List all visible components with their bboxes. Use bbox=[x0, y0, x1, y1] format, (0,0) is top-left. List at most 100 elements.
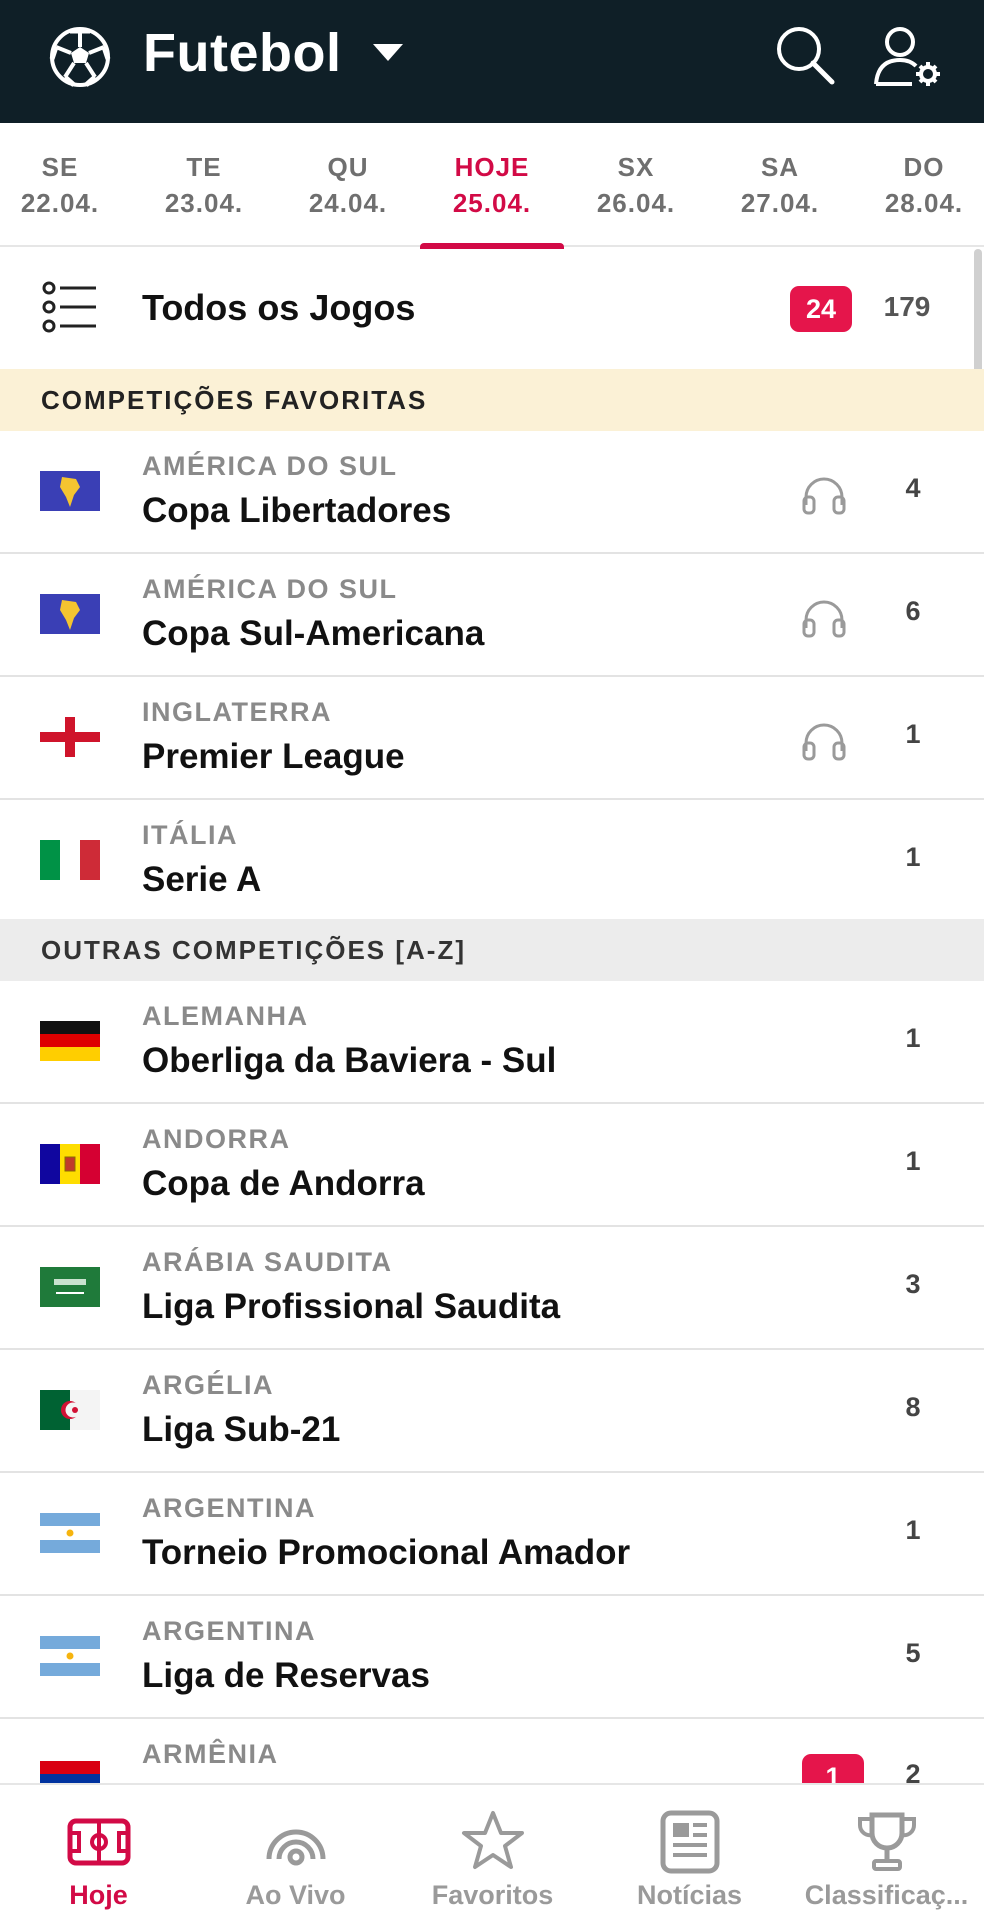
date-weekday: SA bbox=[760, 152, 800, 182]
games-count: 3 bbox=[905, 1269, 921, 1299]
competition-row[interactable]: INGLATERRA Premier League 1 bbox=[0, 677, 984, 800]
date-day: 22.04. bbox=[20, 188, 100, 218]
headphones-icon[interactable] bbox=[800, 598, 848, 638]
date-tab[interactable]: SA 27.04. bbox=[708, 149, 852, 221]
argentina-flag-icon bbox=[40, 1513, 100, 1553]
date-weekday: QU bbox=[327, 152, 369, 182]
saudi-arabia-flag-icon bbox=[40, 1267, 100, 1307]
user-settings-icon[interactable] bbox=[872, 22, 944, 88]
south-america-flag-icon bbox=[40, 471, 100, 511]
competition-country: ARÁBIA SAUDITA bbox=[142, 1247, 393, 1277]
competition-country: INGLATERRA bbox=[142, 697, 332, 727]
competition-name: Liga Sub-21 bbox=[142, 1410, 341, 1449]
nav-label: Favoritos bbox=[431, 1880, 554, 1910]
argentina-flag-icon bbox=[40, 1636, 100, 1676]
nav-label: Notícias bbox=[636, 1880, 743, 1910]
competition-country: ARGENTINA bbox=[142, 1493, 316, 1523]
other-competitions-header: OUTRAS COMPETIÇÕES [A-Z] bbox=[0, 919, 984, 981]
games-count: 1 bbox=[905, 1515, 921, 1545]
date-weekday: HOJE bbox=[454, 152, 530, 182]
competition-name: Premier League bbox=[142, 737, 405, 776]
sport-title[interactable]: Futebol bbox=[143, 22, 341, 84]
games-count: 5 bbox=[905, 1638, 921, 1668]
trophy-icon bbox=[858, 1812, 916, 1871]
soccer-ball-icon bbox=[49, 27, 111, 87]
date-day: 26.04. bbox=[596, 188, 676, 218]
total-games-count: 179 bbox=[883, 291, 931, 322]
games-count: 1 bbox=[905, 1146, 921, 1176]
live-count-badge: 1 bbox=[802, 1754, 864, 1783]
date-tab[interactable]: DO 28.04. bbox=[852, 149, 984, 221]
competition-row[interactable]: ARÁBIA SAUDITA Liga Profissional Saudita… bbox=[0, 1227, 984, 1350]
competition-name: Serie A bbox=[142, 860, 262, 899]
nav-label: Ao Vivo bbox=[245, 1880, 346, 1910]
competition-country: ARGÉLIA bbox=[142, 1370, 274, 1400]
nav-label: Hoje bbox=[69, 1880, 128, 1910]
headphones-icon[interactable] bbox=[800, 721, 848, 761]
date-weekday: SE bbox=[41, 152, 79, 182]
competition-row[interactable]: ARGENTINA Torneio Promocional Amador 1 bbox=[0, 1473, 984, 1596]
all-games-label: Todos os Jogos bbox=[142, 287, 416, 328]
competition-row[interactable]: ALEMANHA Oberliga da Baviera - Sul 1 bbox=[0, 981, 984, 1104]
date-weekday: TE bbox=[186, 152, 222, 182]
search-icon[interactable] bbox=[772, 22, 838, 88]
competition-country: AMÉRICA DO SUL bbox=[142, 574, 398, 604]
england-flag-icon bbox=[40, 717, 100, 757]
headphones-icon[interactable] bbox=[800, 475, 848, 515]
star-icon bbox=[462, 1811, 524, 1869]
date-weekday: DO bbox=[903, 152, 945, 182]
favorites-section-header: COMPETIÇÕES FAVORITAS bbox=[0, 369, 984, 431]
date-day: 23.04. bbox=[164, 188, 244, 218]
nav-today[interactable]: Hoje bbox=[0, 1785, 197, 1932]
nav-favorites[interactable]: Favoritos bbox=[394, 1785, 591, 1932]
date-tab[interactable]: SE 22.04. bbox=[0, 149, 132, 221]
date-tab[interactable]: TE 23.04. bbox=[132, 149, 276, 221]
competition-name: Torneio Promocional Amador bbox=[142, 1533, 631, 1572]
competition-row[interactable]: ARGÉLIA Liga Sub-21 8 bbox=[0, 1350, 984, 1473]
competition-row[interactable]: ANDORRA Copa de Andorra 1 bbox=[0, 1104, 984, 1227]
competition-row[interactable]: ARGENTINA Liga de Reservas 5 bbox=[0, 1596, 984, 1719]
competition-country: ARMÊNIA bbox=[142, 1739, 279, 1769]
games-count: 6 bbox=[905, 596, 921, 626]
all-games-row[interactable]: Todos os Jogos 24 179 bbox=[0, 249, 984, 369]
live-icon bbox=[266, 1829, 326, 1866]
andorra-flag-icon bbox=[40, 1144, 100, 1184]
news-icon bbox=[660, 1810, 720, 1874]
date-day: 24.04. bbox=[308, 188, 388, 218]
app-header: Futebol bbox=[0, 0, 984, 123]
algeria-flag-icon bbox=[40, 1390, 100, 1430]
games-count: 4 bbox=[905, 473, 921, 503]
sport-dropdown-icon[interactable] bbox=[373, 44, 403, 61]
list-icon bbox=[42, 281, 96, 333]
competition-name: Liga de Reservas bbox=[142, 1656, 430, 1695]
nav-news[interactable]: Notícias bbox=[591, 1785, 788, 1932]
bottom-navigation: Hoje Ao Vivo Favoritos Notícias Classifi… bbox=[0, 1783, 984, 1930]
competition-country: ARGENTINA bbox=[142, 1616, 316, 1646]
nav-label: Classificaç... bbox=[804, 1880, 969, 1910]
competition-row[interactable]: AMÉRICA DO SUL Copa Sul-Americana 6 bbox=[0, 554, 984, 677]
pitch-icon bbox=[67, 1818, 131, 1866]
italy-flag-icon bbox=[40, 840, 100, 880]
competition-country: ALEMANHA bbox=[142, 1001, 309, 1031]
nav-live[interactable]: Ao Vivo bbox=[197, 1785, 394, 1932]
competition-row[interactable]: ARMÊNIA 1 2 bbox=[0, 1719, 984, 1783]
live-count-badge: 24 bbox=[790, 286, 852, 332]
date-tab[interactable]: QU 24.04. bbox=[276, 149, 420, 221]
competition-row[interactable]: ITÁLIA Serie A 1 bbox=[0, 800, 984, 919]
germany-flag-icon bbox=[40, 1021, 100, 1061]
competition-name: Liga Profissional Saudita bbox=[142, 1287, 561, 1326]
competition-name: Copa de Andorra bbox=[142, 1164, 425, 1203]
date-weekday: SX bbox=[617, 152, 655, 182]
date-tab-today[interactable]: HOJE 25.04. bbox=[420, 149, 564, 251]
date-tab[interactable]: SX 26.04. bbox=[564, 149, 708, 221]
nav-standings[interactable]: Classificaç... bbox=[788, 1785, 984, 1932]
date-day: 27.04. bbox=[740, 188, 820, 218]
competition-row[interactable]: AMÉRICA DO SUL Copa Libertadores 4 bbox=[0, 431, 984, 554]
games-count: 1 bbox=[905, 1023, 921, 1053]
games-count: 1 bbox=[905, 719, 921, 749]
competition-country: ITÁLIA bbox=[142, 820, 238, 850]
armenia-flag-icon bbox=[40, 1761, 100, 1783]
competition-name: Copa Libertadores bbox=[142, 491, 452, 530]
competition-name: Copa Sul-Americana bbox=[142, 614, 485, 653]
south-america-flag-icon bbox=[40, 594, 100, 634]
